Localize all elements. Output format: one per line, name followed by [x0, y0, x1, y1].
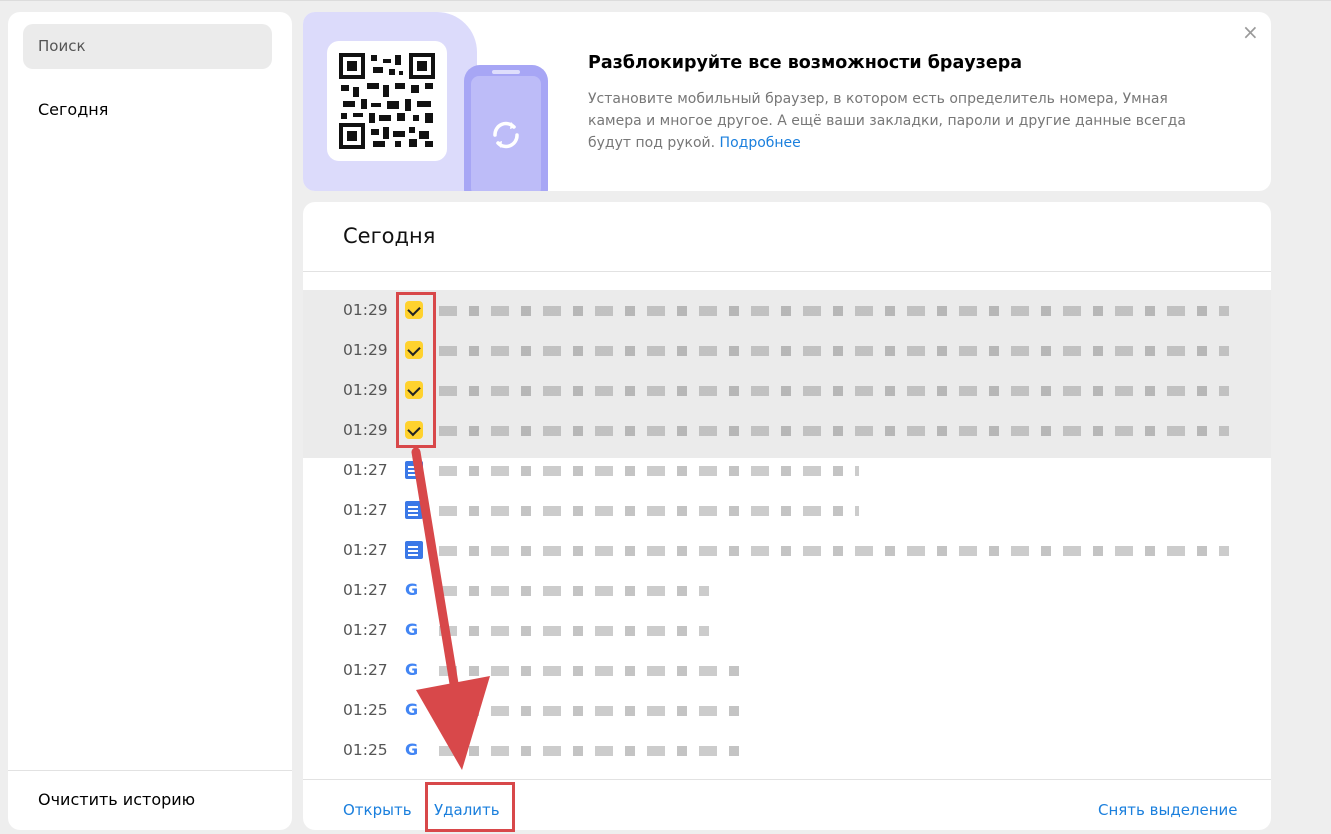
qr-code	[327, 41, 447, 161]
history-row[interactable]: 01:25 G	[303, 690, 1271, 730]
history-row[interactable]: 01:27 G	[303, 570, 1271, 610]
google-icon: G	[405, 580, 419, 599]
google-icon: G	[405, 740, 419, 759]
history-row-time: 01:27	[343, 501, 388, 519]
history-row[interactable]: 01:27 G	[303, 650, 1271, 690]
history-row-time: 01:27	[343, 661, 388, 679]
history-row-title-redacted	[439, 298, 1229, 324]
google-icon: G	[405, 700, 419, 719]
history-panel: Сегодня 01:29 01:29 01:29 01:29 01:27 01:27 01…	[303, 202, 1271, 830]
close-icon[interactable]: ×	[1242, 20, 1259, 44]
history-row-title-redacted	[439, 698, 739, 724]
footer-divider	[303, 779, 1271, 780]
history-row-title-redacted	[439, 378, 1229, 404]
google-icon: G	[405, 660, 419, 679]
history-row[interactable]: 01:29	[303, 410, 1271, 450]
delete-button[interactable]: Удалить	[434, 801, 500, 819]
history-row[interactable]: 01:27	[303, 490, 1271, 530]
history-row-time: 01:27	[343, 461, 388, 479]
google-docs-icon	[405, 541, 423, 559]
search-placeholder: Поиск	[38, 37, 86, 55]
history-row[interactable]: 01:25 G	[303, 730, 1271, 770]
history-row-title-redacted	[439, 538, 1229, 564]
history-row-time: 01:25	[343, 701, 388, 719]
history-row[interactable]: 01:29	[303, 290, 1271, 330]
google-docs-icon	[405, 461, 423, 479]
history-list: 01:29 01:29 01:29 01:29 01:27 01:27 01:27 01:27…	[303, 290, 1271, 770]
history-row[interactable]: 01:27 G	[303, 610, 1271, 650]
top-border	[0, 0, 1331, 1]
search-input[interactable]: Поиск	[23, 24, 272, 69]
history-row-time: 01:29	[343, 381, 388, 399]
history-row[interactable]: 01:27	[303, 530, 1271, 570]
sidebar-item-today[interactable]: Сегодня	[38, 100, 108, 119]
history-row-title-redacted	[439, 578, 709, 604]
sync-icon	[493, 121, 519, 149]
qr-code-icon	[339, 53, 435, 149]
sidebar-divider	[8, 770, 292, 771]
history-row-title-redacted	[439, 498, 859, 524]
history-divider	[303, 271, 1271, 272]
history-row-time: 01:29	[343, 421, 388, 439]
google-docs-icon	[405, 501, 423, 519]
history-row-time: 01:27	[343, 621, 388, 639]
history-row-time: 01:29	[343, 301, 388, 319]
history-row[interactable]: 01:27	[303, 450, 1271, 490]
google-icon: G	[405, 620, 419, 639]
history-row[interactable]: 01:29	[303, 330, 1271, 370]
history-row-time: 01:25	[343, 741, 388, 759]
open-button[interactable]: Открыть	[343, 801, 412, 819]
history-row-title-redacted	[439, 738, 739, 764]
history-row-title-redacted	[439, 618, 709, 644]
history-row-time: 01:29	[343, 341, 388, 359]
phone-notch	[492, 70, 520, 74]
promo-banner: Разблокируйте все возможности браузера У…	[303, 12, 1271, 191]
history-row-title-redacted	[439, 338, 1229, 364]
history-row-time: 01:27	[343, 581, 388, 599]
clear-history-button[interactable]: Очистить историю	[38, 790, 195, 809]
promo-body: Установите мобильный браузер, в котором …	[588, 91, 1186, 151]
promo-title: Разблокируйте все возможности браузера	[588, 53, 1023, 73]
checkbox-checked-icon[interactable]	[405, 381, 423, 399]
history-title: Сегодня	[343, 224, 436, 248]
history-row-title-redacted	[439, 418, 1229, 444]
deselect-button[interactable]: Снять выделение	[1098, 801, 1238, 819]
history-row-title-redacted	[439, 658, 739, 684]
sidebar: Поиск Сегодня Очистить историю	[8, 12, 292, 830]
checkbox-checked-icon[interactable]	[405, 421, 423, 439]
checkbox-checked-icon[interactable]	[405, 341, 423, 359]
history-row[interactable]: 01:29	[303, 370, 1271, 410]
checkbox-checked-icon[interactable]	[405, 301, 423, 319]
history-row-title-redacted	[439, 458, 859, 484]
promo-more-link[interactable]: Подробнее	[720, 135, 801, 151]
promo-text: Установите мобильный браузер, в котором …	[588, 88, 1208, 154]
history-row-time: 01:27	[343, 541, 388, 559]
